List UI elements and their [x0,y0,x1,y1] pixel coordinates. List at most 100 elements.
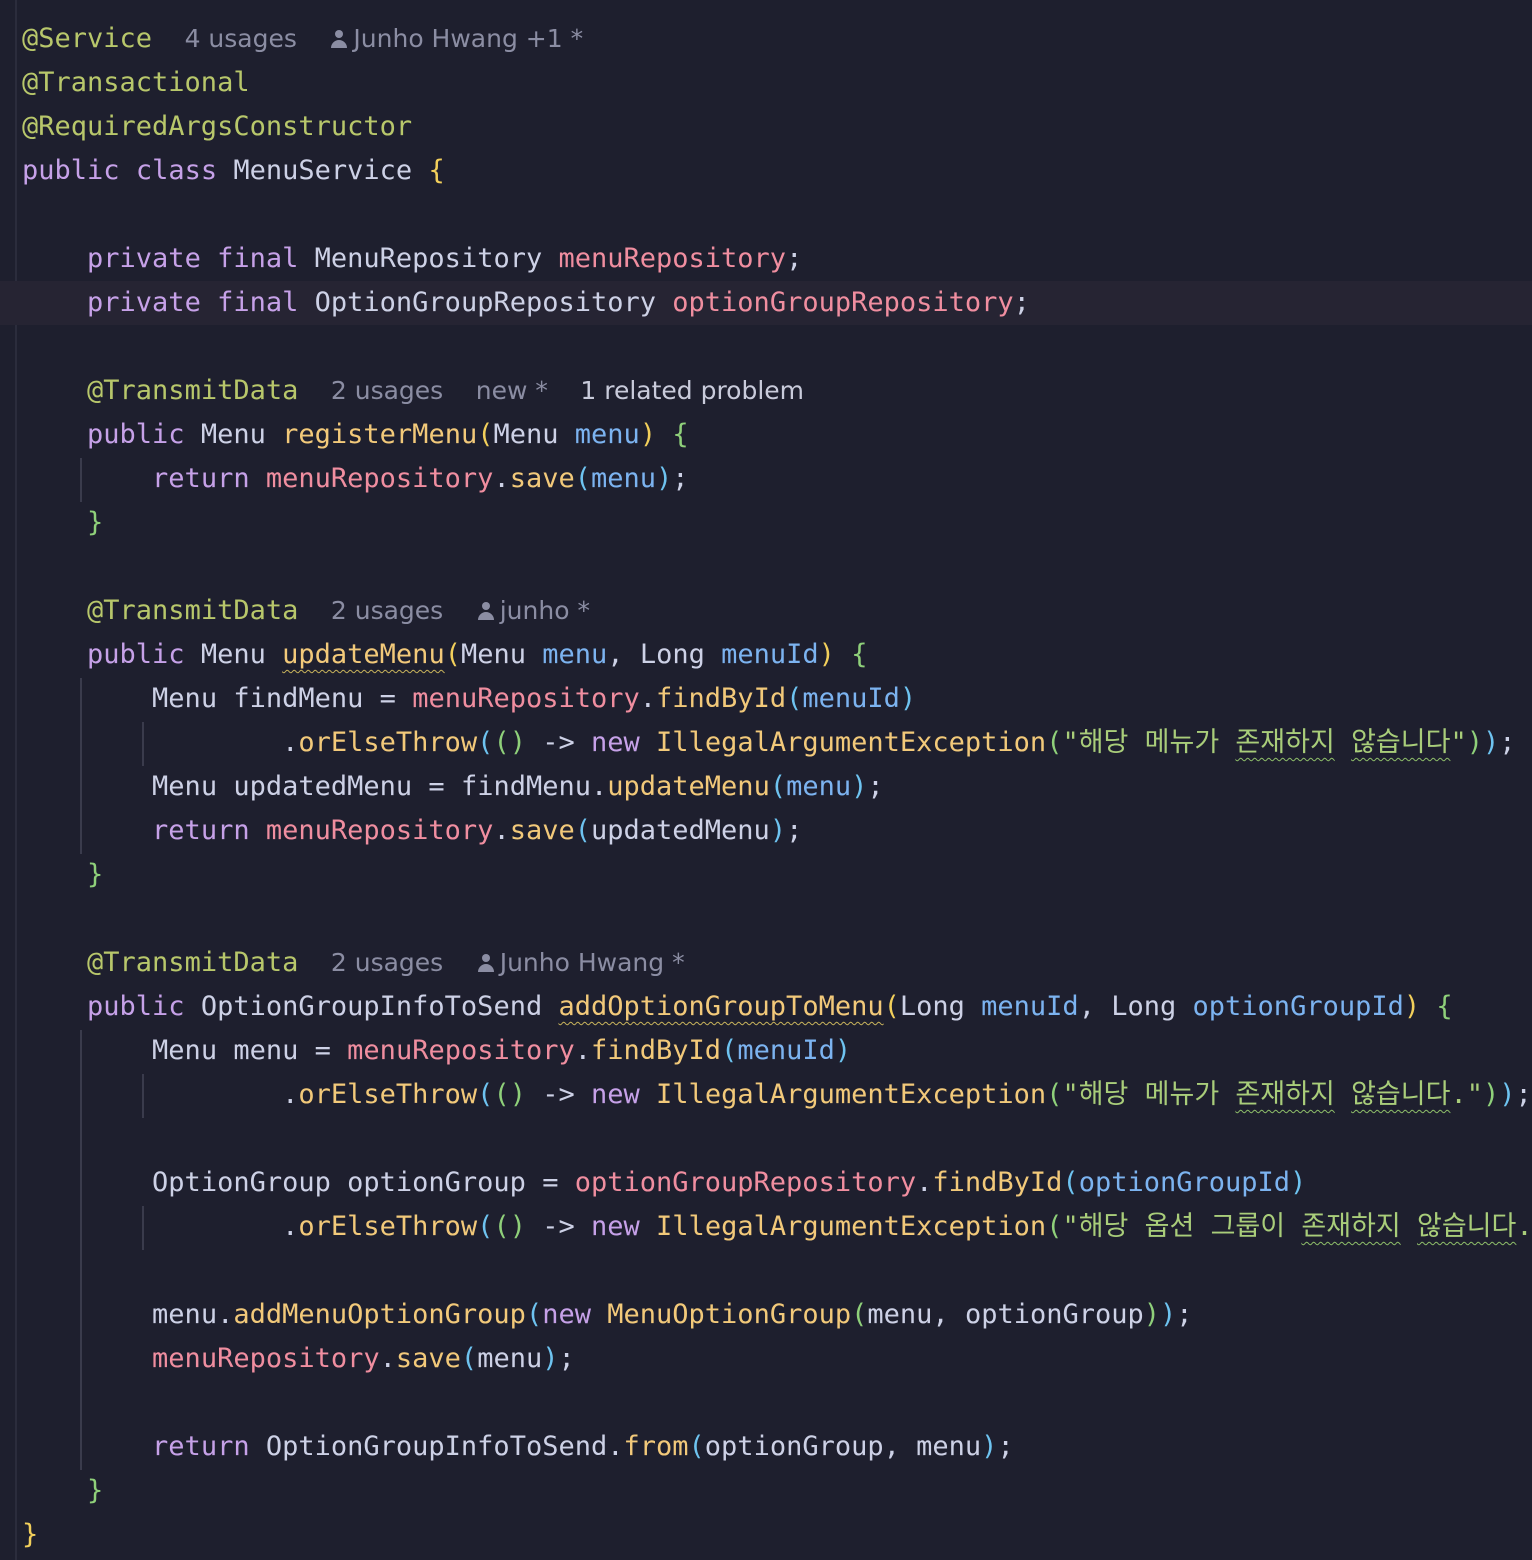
parameter: menu [542,639,608,670]
brace: } [87,1475,104,1506]
method-name: from [623,1431,689,1462]
variable: updatedMenu [591,815,770,846]
code-line[interactable]: menuRepository.save(menu); [22,1337,575,1381]
code-line[interactable]: } [22,1513,38,1557]
dot: . [591,771,608,802]
type-name: OptionGroup [152,1167,331,1198]
dot: . [217,1299,234,1330]
code-line[interactable]: @TransmitData 2 usages new * 1 related p… [22,369,804,413]
method-name: updateMenu [282,639,445,670]
paren: ) [1403,991,1421,1022]
comma: , [883,1431,900,1462]
annotation: @Transactional [22,67,250,98]
parameter: menu [574,419,640,450]
field-name: menuRepository [265,815,494,846]
code-line[interactable]: OptionGroup optionGroup = optionGroupRep… [22,1161,1306,1205]
method-name: addMenuOptionGroup [233,1299,526,1330]
usages-hint[interactable]: 2 usages [331,948,443,977]
paren: ( [1046,727,1063,758]
code-line[interactable]: @Transactional [22,61,250,105]
type-name: OptionGroupRepository [314,287,657,318]
code-editor[interactable]: @Service 4 usages Junho Hwang +1 * @Tran… [0,0,1532,1560]
author-hint[interactable]: Junho Hwang * [500,948,685,977]
semicolon: ; [558,1343,575,1374]
code-line[interactable]: public class MenuService { [22,149,445,193]
lambda-params: () [493,1211,526,1242]
dot: . [493,815,510,846]
type-name: Menu [200,419,266,450]
code-line[interactable]: @TransmitData 2 usages Junho Hwang * [22,941,685,985]
code-line[interactable]: return menuRepository.save(updatedMenu); [22,809,802,853]
field-name: menuRepository [412,683,640,714]
string-literal [1335,1079,1351,1110]
type-name: Menu [493,419,559,450]
semicolon: ; [1013,287,1030,318]
code-line-current[interactable]: private final OptionGroupRepository opti… [22,281,1030,325]
code-line[interactable]: } [22,853,103,897]
paren: ) [639,419,657,450]
string-literal [1335,727,1351,758]
vcs-status-hint[interactable]: new * [476,376,548,405]
keyword: public [22,155,120,186]
brace: } [22,1519,39,1550]
code-line[interactable]: Menu findMenu = menuRepository.findById(… [22,677,916,721]
code-line[interactable]: Menu menu = menuRepository.findById(menu… [22,1029,851,1073]
keyword: new [591,727,640,758]
paren: ( [477,727,494,758]
code-line[interactable]: } [22,1469,103,1513]
dot: . [607,1431,624,1462]
code-line[interactable]: .orElseThrow(() -> new IllegalArgumentEx… [22,721,1515,765]
code-line[interactable]: @Service 4 usages Junho Hwang +1 * [22,17,583,61]
paren: ) [1482,727,1500,758]
code-line[interactable]: public Menu registerMenu(Menu menu) { [22,413,689,457]
paren: ( [460,1343,478,1374]
string-literal-typo: 않습니다 [1351,1079,1451,1110]
field-name: menuRepository [265,463,494,494]
paren: ) [1160,1299,1177,1330]
code-line[interactable]: Menu updatedMenu = findMenu.updateMenu(m… [22,765,884,809]
editor-gutter-border [15,0,17,1560]
semicolon: ; [1176,1299,1193,1330]
lambda-params: () [493,1079,526,1110]
type-name: Menu [200,639,266,670]
author-hint[interactable]: junho * [500,596,590,625]
code-line[interactable]: public Menu updateMenu(Menu menu, Long m… [22,633,867,677]
type-name: Menu [460,639,526,670]
usages-hint[interactable]: 2 usages [331,596,443,625]
usages-hint[interactable]: 2 usages [331,376,443,405]
code-line[interactable]: .orElseThrow(() -> new IllegalArgumentEx… [22,1205,1532,1249]
keyword: private [87,243,201,274]
code-line[interactable]: @RequiredArgsConstructor [22,105,412,149]
keyword: new [542,1299,591,1330]
keyword: private [87,287,201,318]
code-line[interactable]: } [22,501,103,545]
paren: ( [525,1299,543,1330]
variable: menu [916,1431,982,1462]
string-literal: ." [1516,1211,1532,1242]
user-icon [476,953,496,975]
variable: optionGroup [964,1299,1144,1330]
comma: , [1078,991,1095,1022]
code-line[interactable]: menu.addMenuOptionGroup(new MenuOptionGr… [22,1293,1193,1337]
parameter: menu [591,463,657,494]
code-line[interactable]: return OptionGroupInfoToSend.from(option… [22,1425,1014,1469]
method-name: orElseThrow [298,1079,478,1110]
paren: ( [477,1211,494,1242]
related-problem-hint[interactable]: 1 related problem [580,376,804,405]
variable: menu [867,1299,933,1330]
paren: ( [1062,1167,1079,1198]
dot: . [916,1167,933,1198]
author-hint[interactable]: Junho Hwang +1 * [353,24,583,53]
code-line[interactable]: public OptionGroupInfoToSend addOptionGr… [22,985,1453,1029]
code-line[interactable]: @TransmitData 2 usages junho * [22,589,590,633]
code-line[interactable]: .orElseThrow(() -> new IllegalArgumentEx… [22,1073,1532,1117]
type-name: Long [899,991,965,1022]
code-line[interactable]: return menuRepository.save(menu); [22,457,689,501]
user-icon [476,601,496,623]
paren: ) [851,771,868,802]
paren: ) [769,815,787,846]
paren: ( [477,419,494,450]
code-line[interactable]: private final MenuRepository menuReposit… [22,237,802,281]
string-literal-typo: 않습니다 [1417,1211,1517,1242]
usages-hint[interactable]: 4 usages [185,24,297,53]
